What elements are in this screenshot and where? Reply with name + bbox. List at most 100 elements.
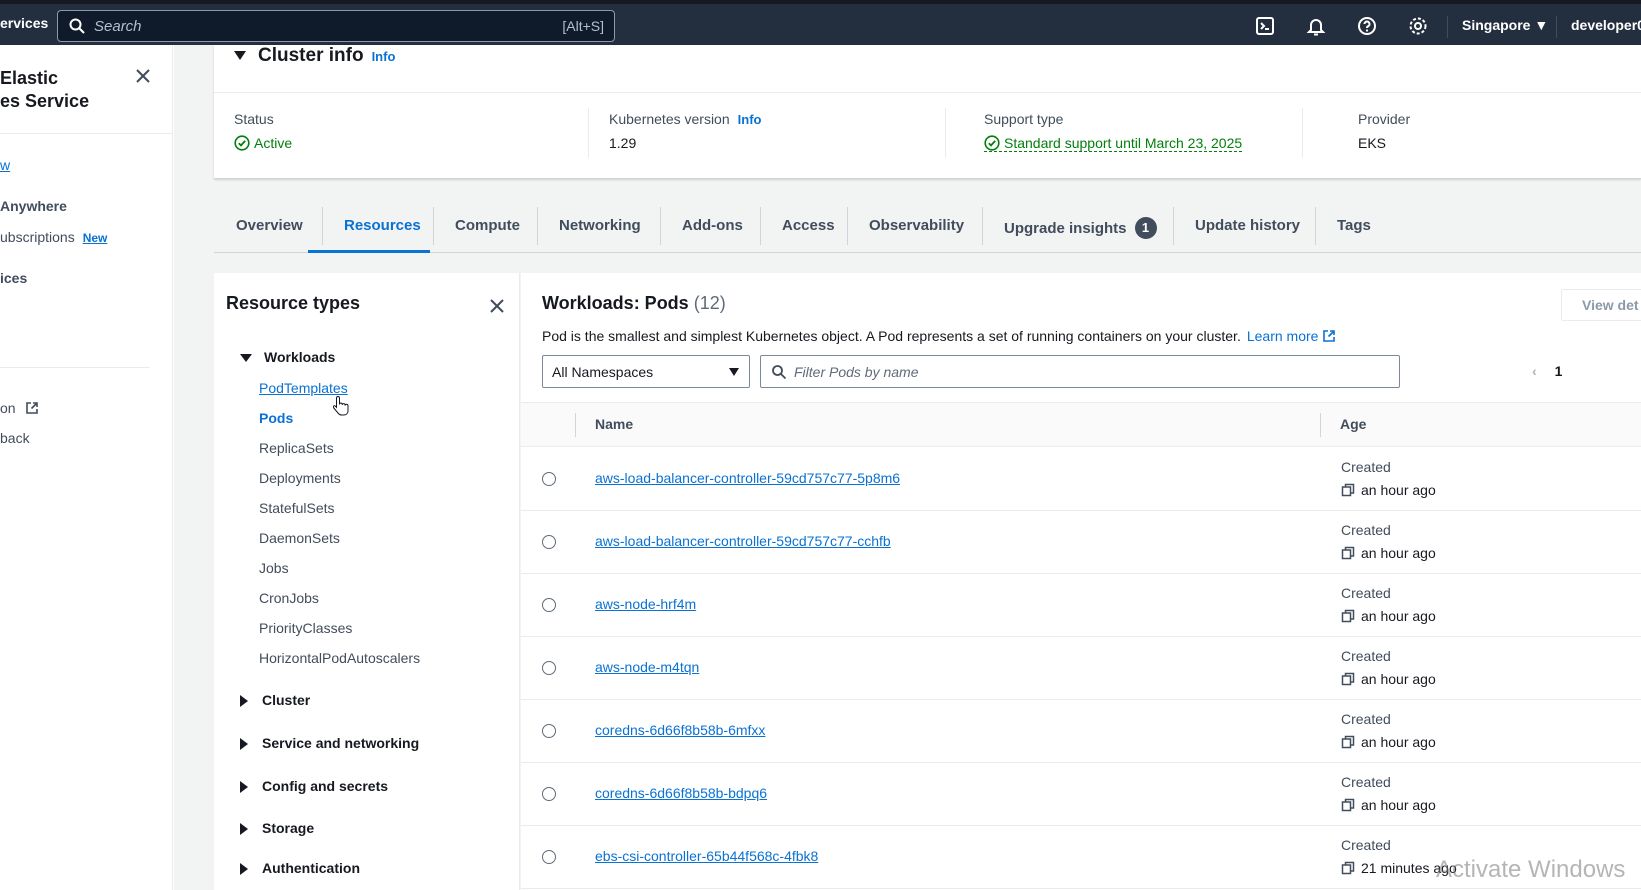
info-link[interactable]: Info <box>372 49 396 64</box>
tab-access[interactable]: Access <box>782 217 835 234</box>
resource-horizontalpodautoscalers[interactable]: HorizontalPodAutoscalers <box>259 650 420 666</box>
tab-divider <box>760 207 761 245</box>
help-icon[interactable] <box>1356 15 1378 37</box>
pod-name-link[interactable]: coredns-6d66f8b58b-bdpq6 <box>595 785 767 801</box>
info-link[interactable]: Info <box>738 112 762 127</box>
row-radio[interactable] <box>542 787 556 801</box>
view-details-button[interactable]: View det <box>1561 289 1641 321</box>
tab-add-ons[interactable]: Add-ons <box>682 217 743 234</box>
tab-networking[interactable]: Networking <box>559 217 641 234</box>
caret-down-icon <box>240 354 252 363</box>
services-menu[interactable]: ervices <box>0 15 48 31</box>
group-config-and-secrets[interactable]: Config and secrets <box>240 778 388 794</box>
tab-resources[interactable]: Resources <box>344 217 421 234</box>
table-row[interactable]: aws-load-balancer-controller-59cd757c77-… <box>521 511 1641 574</box>
copy-icon[interactable] <box>1341 546 1355 560</box>
close-icon[interactable] <box>488 297 506 315</box>
group-service-and-networking[interactable]: Service and networking <box>240 735 419 751</box>
settings-gear-icon[interactable] <box>1407 15 1429 37</box>
pod-name-link[interactable]: coredns-6d66f8b58b-6mfxx <box>595 722 765 738</box>
sidebar-item-subscriptions[interactable]: ubscriptions New <box>0 229 107 245</box>
resource-pods[interactable]: Pods <box>259 410 293 426</box>
tab-divider <box>1173 207 1174 245</box>
group-authentication[interactable]: Authentication <box>240 860 360 876</box>
pods-count: (12) <box>693 293 726 313</box>
previous-page-icon[interactable]: ‹ <box>1532 363 1537 379</box>
copy-icon[interactable] <box>1341 735 1355 749</box>
tab-divider <box>982 207 983 245</box>
filter-pods-input[interactable]: Filter Pods by name <box>760 355 1400 388</box>
cluster-info-header[interactable]: Cluster info Info <box>234 45 395 73</box>
sidebar-item-anywhere[interactable]: Anywhere <box>0 198 67 214</box>
group-workloads[interactable]: Workloads <box>240 349 335 365</box>
namespace-select[interactable]: All Namespaces <box>542 355 750 388</box>
pod-name-link[interactable]: ebs-csi-controller-65b44f568c-4fbk8 <box>595 848 818 864</box>
tab-divider <box>322 207 323 245</box>
row-radio[interactable] <box>542 472 556 486</box>
account-menu[interactable]: developer01 <box>1571 17 1641 33</box>
tab-compute[interactable]: Compute <box>455 217 520 234</box>
sidebar-item-overview[interactable]: w <box>0 157 10 173</box>
group-cluster[interactable]: Cluster <box>240 692 310 708</box>
copy-icon[interactable] <box>1341 798 1355 812</box>
row-radio[interactable] <box>542 724 556 738</box>
row-radio[interactable] <box>542 661 556 675</box>
global-search[interactable]: Search [Alt+S] <box>57 10 615 42</box>
success-check-icon <box>234 135 250 151</box>
learn-more-link[interactable]: Learn more <box>1247 328 1337 344</box>
divider <box>588 108 589 158</box>
cloudshell-icon[interactable] <box>1254 15 1276 37</box>
column-header-name[interactable]: Name <box>595 416 633 432</box>
kubernetes-version-value: 1.29 <box>609 135 637 151</box>
search-placeholder: Search <box>94 18 142 35</box>
copy-icon[interactable] <box>1341 609 1355 623</box>
pod-name-link[interactable]: aws-load-balancer-controller-59cd757c77-… <box>595 470 900 486</box>
divider <box>0 133 172 134</box>
copy-icon[interactable] <box>1341 672 1355 686</box>
page-number[interactable]: 1 <box>1555 363 1563 379</box>
divider <box>0 367 150 368</box>
resource-replicasets[interactable]: ReplicaSets <box>259 440 334 456</box>
resource-cronjobs[interactable]: CronJobs <box>259 590 319 606</box>
table-row[interactable]: aws-node-m4tqn Created an hour ago <box>521 637 1641 700</box>
pod-name-link[interactable]: aws-node-m4tqn <box>595 659 699 675</box>
pod-name-link[interactable]: aws-node-hrf4m <box>595 596 696 612</box>
close-icon[interactable] <box>133 66 153 86</box>
resource-statefulsets[interactable]: StatefulSets <box>259 500 335 516</box>
resource-jobs[interactable]: Jobs <box>259 560 289 576</box>
sidebar-item-feedback[interactable]: back <box>0 430 30 446</box>
table-row[interactable]: coredns-6d66f8b58b-6mfxx Created an hour… <box>521 700 1641 763</box>
column-header-age[interactable]: Age <box>1340 416 1366 432</box>
table-row[interactable]: coredns-6d66f8b58b-bdpq6 Created an hour… <box>521 763 1641 826</box>
dropdown-triangle-icon <box>729 368 739 376</box>
sidebar-item-documentation[interactable]: on <box>0 400 39 416</box>
table-row[interactable]: aws-node-hrf4m Created an hour ago <box>521 574 1641 637</box>
side-navigation: Elastic es Service w Anywhere ubscriptio… <box>0 45 173 890</box>
sidebar-item-services[interactable]: ices <box>0 270 27 286</box>
external-link-icon <box>1323 330 1336 342</box>
copy-icon[interactable] <box>1341 861 1355 875</box>
region-selector[interactable]: Singapore ▼ <box>1462 17 1548 33</box>
resource-podtemplates[interactable]: PodTemplates <box>259 380 348 396</box>
caret-down-icon <box>234 51 246 61</box>
tab-tags[interactable]: Tags <box>1337 217 1371 234</box>
resource-deployments[interactable]: Deployments <box>259 470 341 486</box>
pod-name-link[interactable]: aws-load-balancer-controller-59cd757c77-… <box>595 533 891 549</box>
tab-overview[interactable]: Overview <box>236 217 303 234</box>
status-value: Active <box>254 135 293 151</box>
row-radio[interactable] <box>542 535 556 549</box>
table-row[interactable]: aws-load-balancer-controller-59cd757c77-… <box>521 448 1641 511</box>
support-type-value[interactable]: Standard support until March 23, 2025 <box>984 135 1243 152</box>
resource-daemonsets[interactable]: DaemonSets <box>259 530 340 546</box>
tab-update-history[interactable]: Update history <box>1195 217 1300 234</box>
group-storage[interactable]: Storage <box>240 820 314 836</box>
mouse-pointer-icon <box>333 395 349 416</box>
tab-upgrade-insights[interactable]: Upgrade insights 1 <box>1004 217 1157 239</box>
row-radio[interactable] <box>542 850 556 864</box>
bell-icon[interactable] <box>1305 15 1327 37</box>
pods-description: Pod is the smallest and simplest Kuberne… <box>542 328 1336 344</box>
copy-icon[interactable] <box>1341 483 1355 497</box>
tab-observability[interactable]: Observability <box>869 217 964 234</box>
resource-priorityclasses[interactable]: PriorityClasses <box>259 620 352 636</box>
row-radio[interactable] <box>542 598 556 612</box>
